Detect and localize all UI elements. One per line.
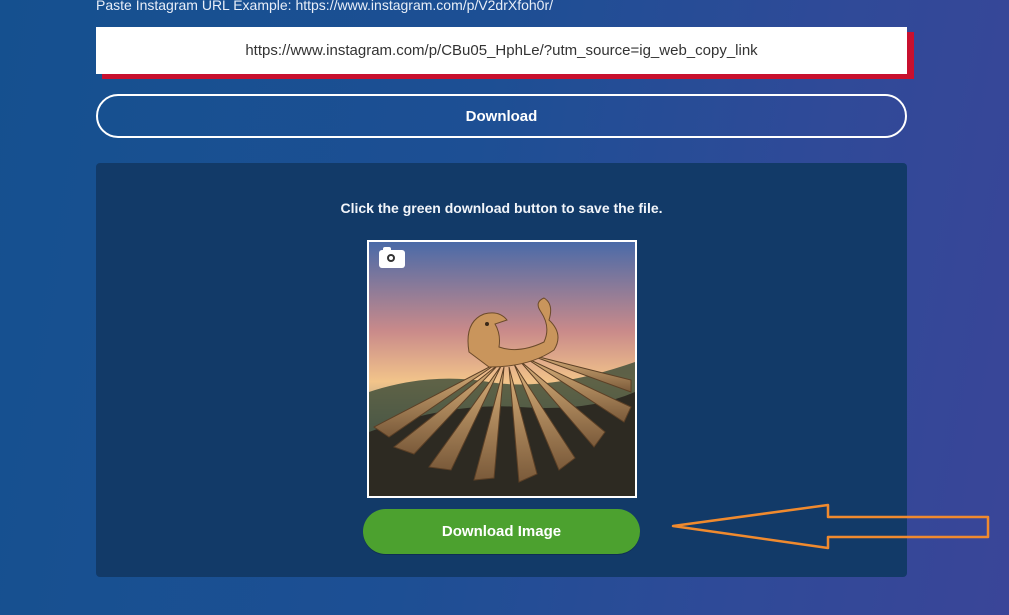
save-instructions: Click the green download button to save … <box>340 200 663 216</box>
preview-image <box>367 240 637 498</box>
url-field-wrapper <box>96 27 914 79</box>
preview-image-art <box>369 242 635 496</box>
arrow-annotation <box>671 503 990 550</box>
camera-icon <box>379 247 405 268</box>
instagram-url-input[interactable] <box>96 27 907 74</box>
download-image-button[interactable]: Download Image <box>363 509 640 554</box>
download-button[interactable]: Download <box>96 94 907 138</box>
url-example-hint: Paste Instagram URL Example: https://www… <box>96 0 554 13</box>
